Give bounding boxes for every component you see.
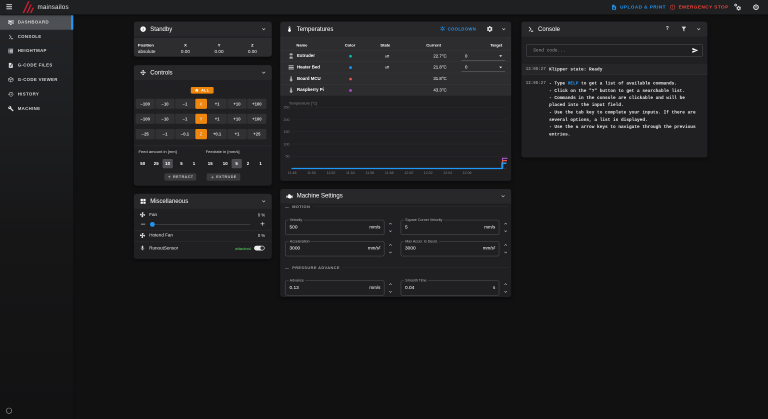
svg-text:11:54: 11:54 — [346, 171, 355, 175]
svg-text:11:58: 11:58 — [385, 171, 394, 175]
svg-text:12:02: 12:02 — [424, 171, 433, 175]
svg-text:250: 250 — [284, 106, 290, 110]
svg-text:50: 50 — [286, 155, 290, 159]
svg-text:200: 200 — [284, 118, 290, 122]
svg-text:Temperature [°C]: Temperature [°C] — [289, 102, 317, 106]
svg-text:11:56: 11:56 — [366, 171, 375, 175]
svg-text:11:48: 11:48 — [288, 171, 297, 175]
svg-text:12:00: 12:00 — [404, 171, 413, 175]
svg-text:12:04: 12:04 — [443, 171, 452, 175]
svg-text:150: 150 — [284, 130, 290, 134]
svg-text:12:06: 12:06 — [463, 171, 472, 175]
svg-text:11:52: 11:52 — [327, 171, 336, 175]
svg-text:11:50: 11:50 — [307, 171, 316, 175]
svg-text:100: 100 — [284, 143, 290, 147]
